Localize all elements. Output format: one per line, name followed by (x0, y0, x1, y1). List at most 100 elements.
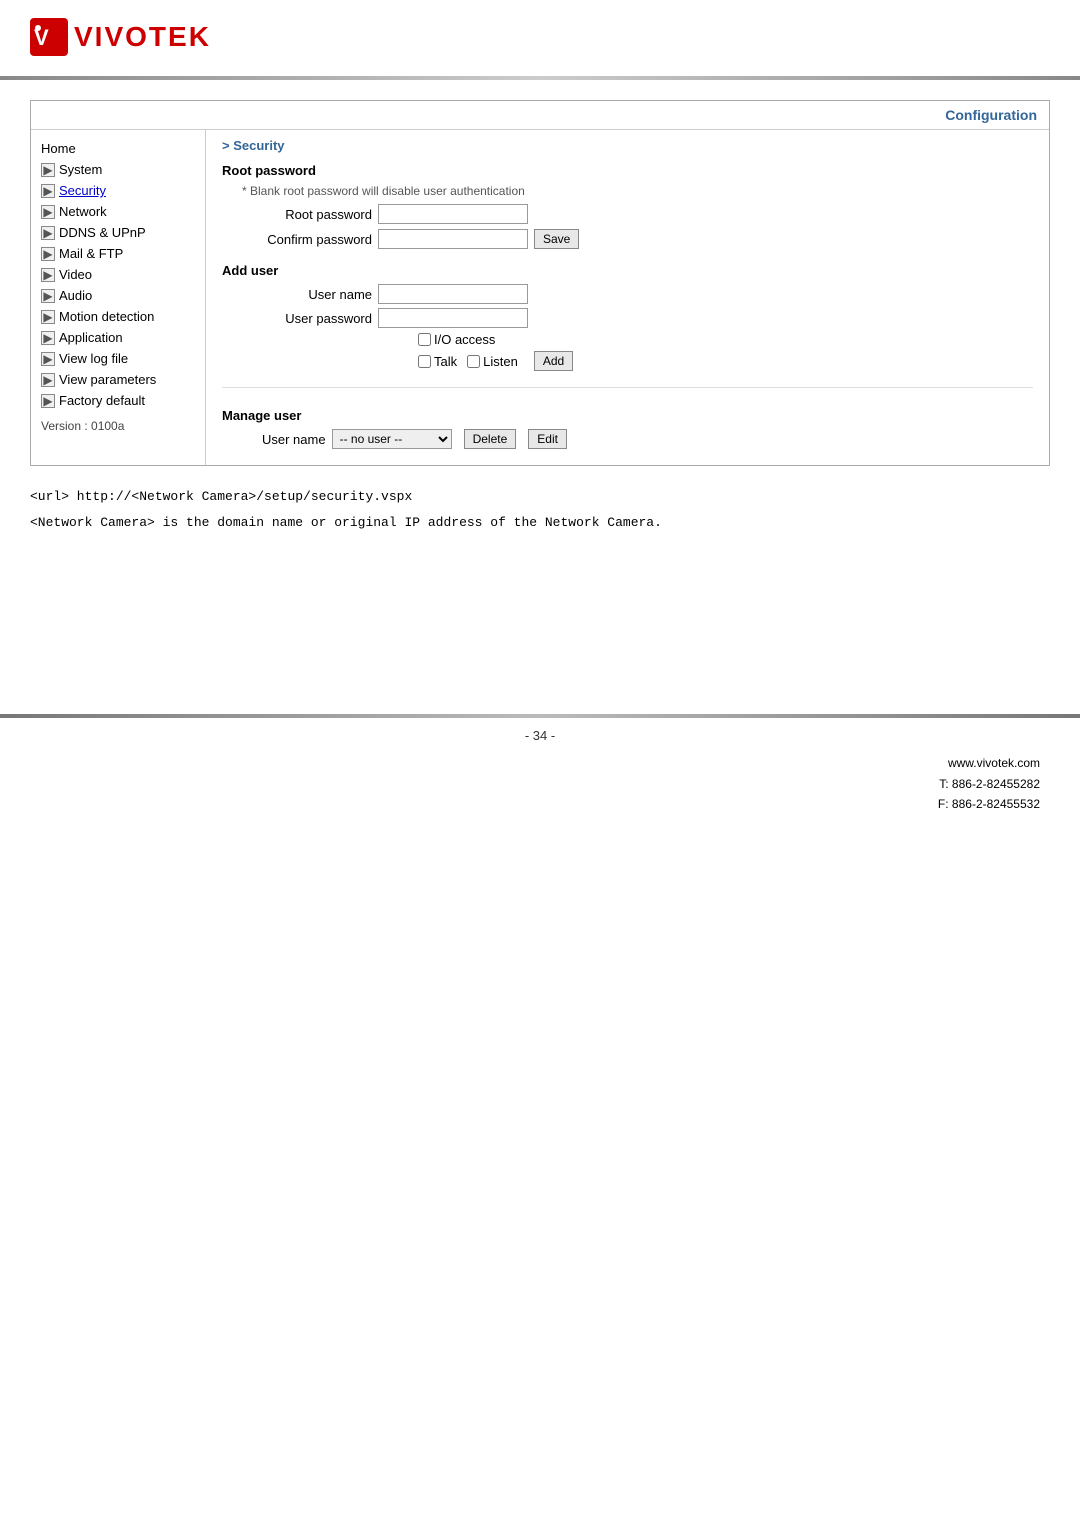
sidebar-item-audio[interactable]: ▶ Audio (31, 285, 205, 306)
io-access-checkbox-item: I/O access (418, 332, 495, 347)
description-text: <url> http://<Network Camera>/setup/secu… (30, 486, 1050, 534)
add-user-password-row: User password (262, 308, 1033, 328)
root-password-row: Root password (262, 204, 1033, 224)
manage-user-section: Manage user User name -- no user -- Dele… (222, 387, 1033, 449)
bottom-separator (0, 714, 1080, 718)
arrow-icon-mail-ftp: ▶ (41, 247, 55, 261)
io-access-checkbox[interactable] (418, 333, 431, 346)
header: V VIVOTEK (0, 0, 1080, 66)
sidebar-label-factory: Factory default (59, 393, 145, 408)
config-header: Configuration (31, 101, 1049, 130)
arrow-icon-ddns: ▶ (41, 226, 55, 240)
desc-line1: <url> http://<Network Camera>/setup/secu… (30, 486, 1050, 508)
delete-user-button[interactable]: Delete (464, 429, 517, 449)
arrow-icon-system: ▶ (41, 163, 55, 177)
sidebar-item-viewlog[interactable]: ▶ View log file (31, 348, 205, 369)
sidebar-label-home: Home (41, 141, 76, 156)
sidebar-label-network: Network (59, 204, 107, 219)
add-user-password-label: User password (262, 311, 372, 326)
root-password-note: * Blank root password will disable user … (242, 184, 1033, 198)
contact-info: www.vivotek.com T: 886-2-82455282 F: 886… (938, 753, 1080, 814)
sidebar-label-viewlog: View log file (59, 351, 128, 366)
talk-checkbox[interactable] (418, 355, 431, 368)
arrow-icon-security: ▶ (41, 184, 55, 198)
logo: V VIVOTEK (30, 18, 1050, 56)
add-user-username-input[interactable] (378, 284, 528, 304)
sidebar-label-audio: Audio (59, 288, 92, 303)
sidebar-label-video: Video (59, 267, 92, 282)
website: www.vivotek.com (938, 753, 1040, 773)
io-access-row: I/O access (302, 332, 1033, 347)
page-footer: - 34 - www.vivotek.com T: 886-2-82455282… (0, 728, 1080, 814)
arrow-icon-viewparams: ▶ (41, 373, 55, 387)
listen-checkbox-item: Listen (467, 354, 518, 369)
sidebar-item-system[interactable]: ▶ System (31, 159, 205, 180)
sidebar-item-video[interactable]: ▶ Video (31, 264, 205, 285)
add-user-password-input[interactable] (378, 308, 528, 328)
add-user-username-row: User name (262, 284, 1033, 304)
content-area: > Security Root password * Blank root pa… (206, 130, 1049, 465)
io-access-group: I/O access (418, 332, 495, 347)
sidebar-label-security: Security (59, 183, 106, 198)
fax: F: 886-2-82455532 (938, 794, 1040, 814)
add-user-form: User name User password (262, 284, 1033, 371)
vivotek-logo-icon: V (30, 18, 68, 56)
sidebar-item-application[interactable]: ▶ Application (31, 327, 205, 348)
edit-user-button[interactable]: Edit (528, 429, 567, 449)
sidebar-label-motion: Motion detection (59, 309, 154, 324)
sidebar-item-mail-ftp[interactable]: ▶ Mail & FTP (31, 243, 205, 264)
manage-user-row: User name -- no user -- Delete Edit (262, 429, 1033, 449)
add-user-section: Add user User name User password (222, 263, 1033, 371)
confirm-password-input[interactable] (378, 229, 528, 249)
sidebar-item-security[interactable]: ▶ Security (31, 180, 205, 201)
confirm-password-row: Confirm password Save (262, 229, 1033, 249)
talk-listen-group: Talk Listen Add (418, 351, 1033, 371)
sidebar: Home ▶ System ▶ Security ▶ Network (31, 130, 206, 465)
root-password-label: Root password (262, 207, 372, 222)
talk-label: Talk (434, 354, 457, 369)
manage-user-label: User name (262, 432, 326, 447)
save-button[interactable]: Save (534, 229, 579, 249)
sidebar-label-viewparams: View parameters (59, 372, 156, 387)
add-user-button[interactable]: Add (534, 351, 573, 371)
talk-checkbox-item: Talk (418, 354, 457, 369)
main-content: Configuration Home ▶ System ▶ Security (0, 80, 1080, 554)
panel-box: Configuration Home ▶ System ▶ Security (30, 100, 1050, 466)
confirm-password-label: Confirm password (262, 232, 372, 247)
listen-checkbox[interactable] (467, 355, 480, 368)
arrow-icon-network: ▶ (41, 205, 55, 219)
logo-text: VIVOTEK (74, 21, 211, 53)
breadcrumb: > Security (222, 138, 1033, 153)
manage-user-section-header: Manage user (222, 408, 1033, 423)
sidebar-label-ddns: DDNS & UPnP (59, 225, 146, 240)
page-number: - 34 - (525, 728, 555, 743)
arrow-icon-video: ▶ (41, 268, 55, 282)
io-access-label: I/O access (434, 332, 495, 347)
arrow-icon-motion: ▶ (41, 310, 55, 324)
sidebar-label-system: System (59, 162, 102, 177)
arrow-icon-application: ▶ (41, 331, 55, 345)
talk-listen-row: Talk Listen Add (302, 351, 1033, 371)
sidebar-item-home[interactable]: Home (31, 138, 205, 159)
manage-user-dropdown[interactable]: -- no user -- (332, 429, 452, 449)
version-text: Version : 0100a (31, 411, 205, 441)
sidebar-label-application: Application (59, 330, 123, 345)
add-user-section-header: Add user (222, 263, 1033, 278)
arrow-icon-audio: ▶ (41, 289, 55, 303)
arrow-icon-factory: ▶ (41, 394, 55, 408)
phone: T: 886-2-82455282 (938, 774, 1040, 794)
listen-label: Listen (483, 354, 518, 369)
sidebar-item-viewparams[interactable]: ▶ View parameters (31, 369, 205, 390)
root-password-section-header: Root password (222, 163, 1033, 178)
sidebar-item-ddns[interactable]: ▶ DDNS & UPnP (31, 222, 205, 243)
sidebar-item-factory[interactable]: ▶ Factory default (31, 390, 205, 411)
sidebar-item-network[interactable]: ▶ Network (31, 201, 205, 222)
config-label: Configuration (945, 107, 1037, 123)
add-user-username-label: User name (262, 287, 372, 302)
desc-line2: <Network Camera> is the domain name or o… (30, 512, 1050, 534)
sidebar-item-motion[interactable]: ▶ Motion detection (31, 306, 205, 327)
root-password-input[interactable] (378, 204, 528, 224)
panel-inner: Home ▶ System ▶ Security ▶ Network (31, 130, 1049, 465)
arrow-icon-viewlog: ▶ (41, 352, 55, 366)
sidebar-label-mail-ftp: Mail & FTP (59, 246, 123, 261)
